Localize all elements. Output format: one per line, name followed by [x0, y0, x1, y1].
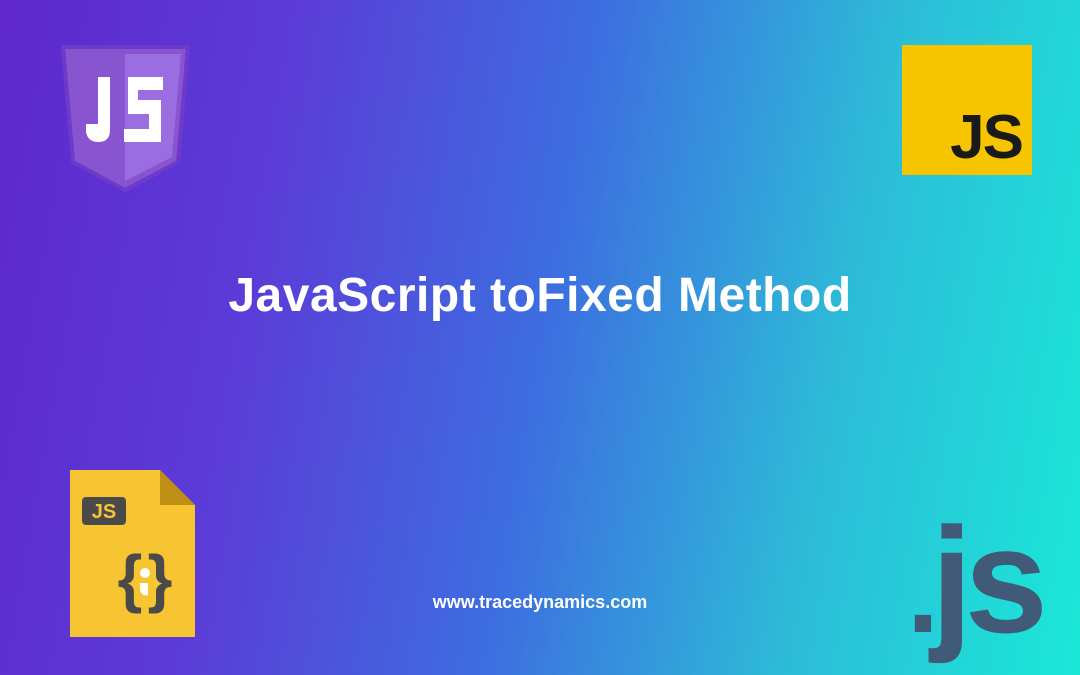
svg-text:JS: JS [92, 501, 116, 523]
svg-text:{: { [118, 542, 143, 614]
js-shield-icon [58, 42, 193, 192]
dotjs-dot: . [907, 529, 931, 657]
js-logo-text: JS [950, 102, 1022, 173]
js-logo-icon: JS [902, 45, 1032, 175]
page-title: JavaScript toFixed Method [0, 268, 1080, 323]
dotjs-text: js [931, 496, 1040, 664]
site-url: www.tracedynamics.com [433, 592, 647, 613]
banner-canvas: JS JavaScript toFixed Method JS { } .js … [0, 0, 1080, 675]
js-file-icon: JS { } [60, 465, 200, 645]
svg-text:}: } [148, 542, 173, 614]
dotjs-icon: .js [907, 505, 1040, 655]
